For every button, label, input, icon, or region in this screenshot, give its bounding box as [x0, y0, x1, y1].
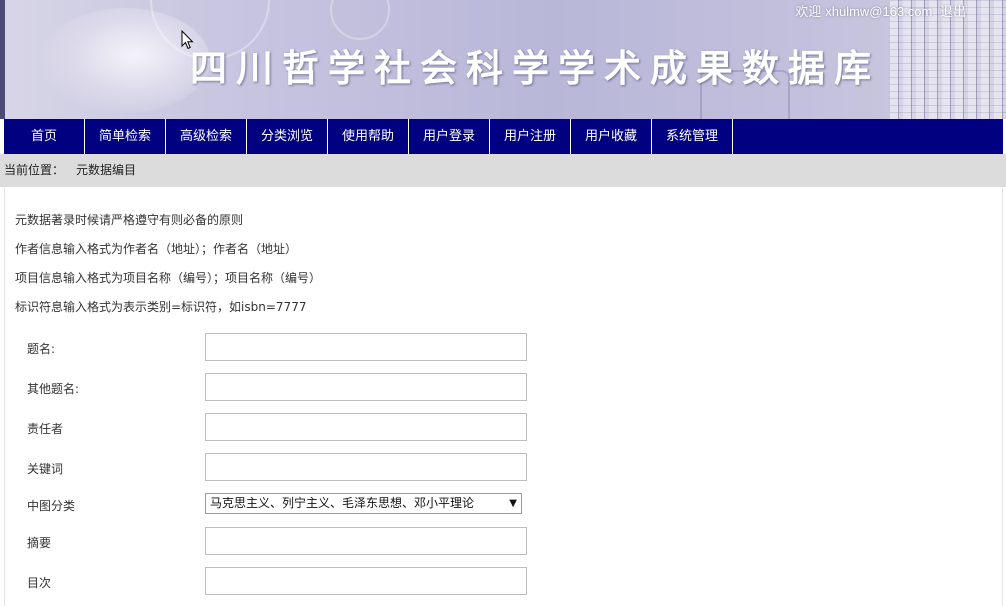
nav-item-advanced-search[interactable]: 高级检索: [166, 119, 247, 154]
nav-item-category-browse[interactable]: 分类浏览: [247, 119, 328, 154]
nav-item-simple-search[interactable]: 简单检索: [85, 119, 166, 154]
classification-select[interactable]: 马克思主义、列宁主义、毛泽东思想、邓小平理论 ▼: [205, 493, 522, 514]
instruction-note: 作者信息输入格式为作者名（地址）；作者名（地址）: [15, 242, 298, 256]
welcome-text: 欢迎: [795, 4, 822, 19]
user-email: xhulmw@163.com: [825, 4, 933, 19]
content-panel: 元数据著录时候请严格遵守有则必备的原则 作者信息输入格式为作者名（地址）；作者名…: [4, 187, 1003, 606]
breadcrumb-current: 元数据编目: [76, 163, 137, 177]
responsible-label: 责任者: [27, 422, 64, 436]
logout-link[interactable]: 退出: [940, 4, 966, 19]
keywords-label: 关键词: [27, 462, 64, 476]
classification-selected-value: 马克思主义、列宁主义、毛泽东思想、邓小平理论: [210, 496, 475, 510]
header-banner: 四川哲学社会科学学术成果数据库 欢迎 xhulmw@163.com 退出: [0, 0, 1006, 119]
toc-input[interactable]: [205, 567, 527, 595]
title-input[interactable]: [205, 333, 527, 361]
instruction-note: 元数据著录时候请严格遵守有则必备的原则: [15, 213, 244, 227]
nav-item-admin[interactable]: 系统管理: [652, 119, 733, 154]
instruction-note: 标识符息输入格式为表示类别=标识符，如isbn=7777: [15, 300, 307, 314]
main-nav: 首页 简单检索 高级检索 分类浏览 使用帮助 用户登录 用户注册 用户收藏 系统…: [4, 119, 1003, 154]
banner-left-border: [0, 0, 5, 119]
breadcrumb-prefix: 当前位置：: [4, 163, 65, 177]
mouse-pointer-icon: [181, 30, 194, 50]
banner-decoration-ring: [330, 0, 390, 40]
classification-label: 中图分类: [27, 499, 76, 513]
other-title-label: 其他题名:: [27, 382, 80, 396]
title-label: 题名:: [27, 342, 56, 356]
nav-item-register[interactable]: 用户注册: [490, 119, 571, 154]
nav-item-favorites[interactable]: 用户收藏: [571, 119, 652, 154]
keywords-input[interactable]: [205, 453, 527, 481]
responsible-input[interactable]: [205, 413, 527, 441]
toc-label: 目次: [27, 576, 52, 590]
user-bar: 欢迎 xhulmw@163.com 退出: [795, 1, 970, 20]
nav-item-login[interactable]: 用户登录: [409, 119, 490, 154]
abstract-input[interactable]: [205, 527, 527, 555]
nav-item-home[interactable]: 首页: [4, 119, 85, 154]
other-title-input[interactable]: [205, 373, 527, 401]
site-title: 四川哲学社会科学学术成果数据库: [190, 47, 880, 90]
chevron-down-icon: ▼: [509, 498, 517, 509]
nav-item-help[interactable]: 使用帮助: [328, 119, 409, 154]
breadcrumb: 当前位置： 元数据编目: [0, 154, 1006, 187]
instruction-note: 项目信息输入格式为项目名称（编号）；项目名称（编号）: [15, 271, 322, 285]
abstract-label: 摘要: [27, 536, 52, 550]
